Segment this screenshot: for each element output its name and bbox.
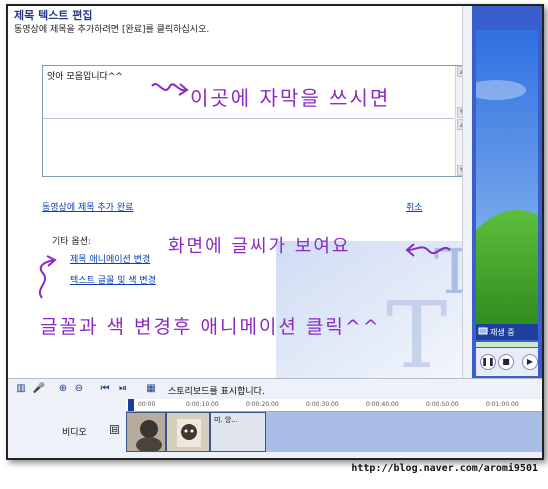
- timeline-ruler[interactable]: 00:00 0:00:10.00 0:00:20.00 0:00:30.00 0…: [126, 399, 542, 412]
- set-audio-levels-icon[interactable]: ▥: [14, 382, 28, 396]
- ruler-tick: 0:01:00.00: [486, 401, 519, 408]
- cancel-link[interactable]: 취소: [406, 200, 423, 213]
- ruler-tick: 0:00:10.00: [186, 401, 219, 408]
- zoom-out-icon[interactable]: ⊖: [72, 382, 86, 396]
- pause-icon[interactable]: ❚❚: [480, 354, 496, 370]
- title-clip[interactable]: 미. 앙...: [210, 412, 266, 452]
- video-track-label: 비디오: [62, 428, 87, 438]
- panel-instruction: 동영상에 제목을 추가하려면 [완료]를 클릭하십시오.: [14, 25, 210, 35]
- preview-status-text: 재생 중: [490, 328, 515, 337]
- monitor-icon: [478, 327, 488, 335]
- timeline-area: ▥ 🎤 ⊕ ⊖ ⏮ ⏯ ▦ 스토리보드를 표시합니다. 00:00 0:00:1…: [8, 378, 542, 458]
- title-text-value[interactable]: 앗아 모음입니다^^: [47, 69, 123, 82]
- annotation-note-3: 글꼴과 색 변경후 애니메이션 클릭^^: [40, 316, 381, 338]
- textbox-divider: [43, 118, 455, 119]
- title-watermark-logo: T T: [276, 241, 476, 381]
- clip-thumbnail: [127, 413, 165, 451]
- ruler-tick: 0:00:40.00: [366, 401, 399, 408]
- ruler-tick: 00:00: [138, 401, 156, 408]
- ruler-tick: 0:00:30.00: [306, 401, 339, 408]
- narrate-microphone-icon[interactable]: 🎤: [32, 382, 46, 396]
- annotation-arrow-icon: [405, 243, 451, 257]
- blog-watermark: http://blog.naver.com/aromi9501: [351, 463, 538, 474]
- annotation-arrow-icon: [39, 255, 57, 299]
- video-clip[interactable]: [166, 412, 210, 452]
- stop-icon[interactable]: ■: [498, 354, 514, 370]
- annotation-note-1: 이곳에 자막을 쓰시면: [190, 86, 391, 110]
- other-options-label: 기타 옵션:: [52, 237, 92, 247]
- play-timeline-icon[interactable]: ⏯: [116, 382, 130, 396]
- next-frame-icon[interactable]: ▶: [522, 354, 538, 370]
- title-clip-label: 미. 앙...: [214, 416, 239, 424]
- preview-screen: [476, 30, 538, 330]
- change-font-link[interactable]: 텍스트 글꼴 및 색 변경: [70, 273, 156, 286]
- svg-text:T: T: [386, 282, 447, 381]
- zoom-in-icon[interactable]: ⊕: [56, 382, 70, 396]
- video-clip[interactable]: [126, 412, 166, 452]
- annotation-note-2: 화면에 글씨가 보여요: [168, 236, 351, 257]
- preview-monitor: 재생 중 ❚❚ ■ ▶: [472, 6, 542, 378]
- rewind-timeline-icon[interactable]: ⏮: [98, 382, 112, 396]
- ruler-tick: 0:00:20.00: [246, 401, 279, 408]
- preview-seek-bar[interactable]: [476, 342, 538, 347]
- playhead[interactable]: [128, 399, 134, 411]
- clip-thumbnail: [167, 413, 209, 451]
- show-storyboard-toggle[interactable]: 스토리보드를 표시합니다.: [168, 384, 265, 397]
- screenshot-frame: 제목 텍스트 편집 동영상에 제목을 추가하려면 [완료]를 클릭하십시오. 앗…: [6, 4, 544, 460]
- ruler-tick: 0:00:50.00: [426, 401, 459, 408]
- video-track[interactable]: 미. 앙...: [126, 412, 542, 452]
- change-animation-link[interactable]: 제목 애니메이션 변경: [70, 252, 150, 265]
- timeline-toolbar: ▥ 🎤 ⊕ ⊖ ⏮ ⏯ ▦ 스토리보드를 표시합니다.: [8, 381, 542, 397]
- preview-controls: ❚❚ ■ ▶: [476, 348, 538, 376]
- storyboard-icon[interactable]: ▦: [144, 382, 158, 396]
- preview-status-bar: 재생 중: [476, 324, 538, 340]
- panel-title: 제목 텍스트 편집: [14, 9, 93, 22]
- done-link[interactable]: 동영상에 제목 추가 완료: [42, 200, 133, 213]
- track-collapse-icon[interactable]: ⊟: [110, 425, 119, 434]
- annotation-arrow-icon: [151, 83, 189, 96]
